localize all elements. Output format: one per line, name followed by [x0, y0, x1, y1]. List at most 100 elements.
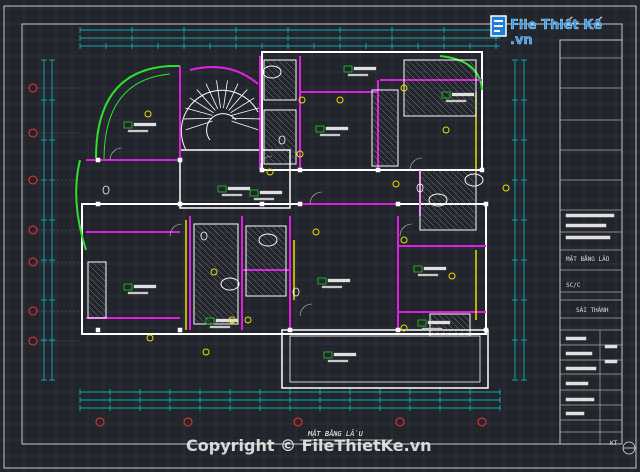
- bathroom-hatch: [419, 223, 427, 231]
- bathroom-hatch: [263, 69, 295, 101]
- bathroom-hatch: [263, 93, 271, 101]
- bathroom-hatch: [97, 261, 107, 271]
- structural-column: [177, 327, 183, 333]
- title-block-text-bar: [565, 213, 615, 218]
- room-label-bar: [417, 273, 439, 277]
- bathroom-hatch: [431, 313, 455, 337]
- axis-bubble: [28, 257, 38, 267]
- bathroom-hatch: [379, 89, 399, 109]
- bathroom-hatch: [87, 287, 107, 307]
- structural-column: [395, 201, 401, 207]
- bathroom-hatch: [219, 223, 239, 243]
- structural-column: [395, 327, 401, 333]
- room-label-bar: [319, 133, 341, 137]
- room-label-bar: [259, 190, 283, 195]
- filethietke-logo: File Thiết Kế .vn: [488, 12, 618, 48]
- bathroom-hatch: [403, 85, 435, 117]
- floor-plan-canvas: [0, 0, 640, 472]
- bathroom-hatch: [455, 313, 471, 329]
- bathroom-hatch: [195, 223, 239, 267]
- bathroom-hatch: [245, 289, 253, 297]
- bathroom-hatch: [263, 145, 283, 165]
- bathroom-hatch: [431, 169, 477, 215]
- bathroom-hatch: [87, 269, 107, 289]
- title-block-text-bar: [565, 366, 597, 371]
- bathroom-hatch: [419, 181, 469, 231]
- bathroom-hatch: [87, 263, 107, 283]
- bathroom-hatch: [263, 87, 277, 101]
- title-block-scale: SC/C: [566, 282, 581, 289]
- room-tag-icon: [315, 125, 325, 133]
- structural-column: [259, 167, 265, 173]
- axis-bubble: [28, 175, 38, 185]
- bathroom-hatch: [281, 109, 297, 125]
- level-marker-icon: [448, 272, 456, 280]
- bathroom-hatch: [87, 299, 107, 319]
- axis-bubble: [28, 225, 38, 235]
- room-tag-icon: [413, 265, 423, 273]
- title-block-sheet-code: KT: [610, 440, 618, 447]
- structural-column: [297, 201, 303, 207]
- bathroom-hatch: [403, 97, 423, 117]
- bathroom-hatch: [283, 59, 297, 73]
- structural-column: [483, 327, 489, 333]
- title-block-text-bar: [565, 411, 585, 416]
- structural-column: [483, 201, 489, 207]
- bathroom-hatch: [87, 275, 107, 295]
- structural-column: [177, 201, 183, 207]
- bathroom-hatch: [193, 317, 201, 325]
- bathroom-hatch: [247, 225, 287, 265]
- bathroom-hatch: [437, 169, 477, 209]
- title-block-text-bar: [604, 344, 618, 349]
- bathroom-hatch: [245, 277, 265, 297]
- bathroom-hatch: [437, 313, 461, 337]
- bathroom-hatch: [245, 271, 271, 297]
- bathroom-hatch: [87, 281, 107, 301]
- room-label-bar: [127, 291, 149, 295]
- axis-bubble: [477, 417, 487, 427]
- structural-column: [297, 167, 303, 173]
- bathroom-hatch: [419, 205, 445, 231]
- drawing-frame: [21, 23, 623, 445]
- bathroom-hatch: [403, 79, 441, 117]
- structural-column: [177, 157, 183, 163]
- cad-viewport: File Thiết Kế .vn MẶT BẰNG LẦU Copyright…: [0, 0, 640, 472]
- structural-column: [375, 167, 381, 173]
- closet-left: [87, 261, 107, 319]
- bathroom-hatch: [263, 157, 271, 165]
- room-label-bar: [445, 99, 467, 103]
- room-label-bar: [327, 278, 351, 283]
- title-block-text-bar: [565, 223, 607, 228]
- bathroom-hatch: [289, 59, 297, 67]
- bathroom-hatch: [207, 223, 239, 255]
- axis-bubble: [183, 417, 193, 427]
- stair-tread: [196, 89, 216, 111]
- title-block-text-bar: [565, 381, 589, 386]
- structural-column: [95, 327, 101, 333]
- bathroom-hatch: [391, 89, 399, 97]
- room-tag-icon: [343, 65, 353, 73]
- balcony-inner: [289, 335, 481, 383]
- bathroom-hatch: [193, 305, 213, 325]
- room-tag-icon: [317, 277, 327, 285]
- title-block-text-bar: [604, 359, 618, 364]
- bathroom-hatch: [371, 141, 397, 167]
- bathroom-hatch: [419, 169, 477, 227]
- bathroom-hatch: [403, 61, 459, 117]
- axis-bubble: [95, 417, 105, 427]
- curved-wall-left: [95, 65, 180, 159]
- bathroom-hatch: [455, 169, 477, 191]
- curved-wall-left-inner: [103, 73, 171, 161]
- level-marker-icon: [442, 126, 450, 134]
- bathroom-hatch: [87, 293, 107, 313]
- bathroom-hatch: [231, 223, 239, 231]
- room-tag-icon: [249, 189, 259, 197]
- bathroom-hatch: [201, 223, 239, 261]
- bathroom-hatch: [419, 211, 439, 231]
- room-label-bar: [333, 352, 357, 357]
- axis-bubble: [28, 306, 38, 316]
- room-label-bar: [421, 327, 443, 331]
- room-label-bar: [327, 359, 349, 363]
- room-label-bar: [423, 266, 447, 271]
- bathroom-hatch: [271, 225, 287, 241]
